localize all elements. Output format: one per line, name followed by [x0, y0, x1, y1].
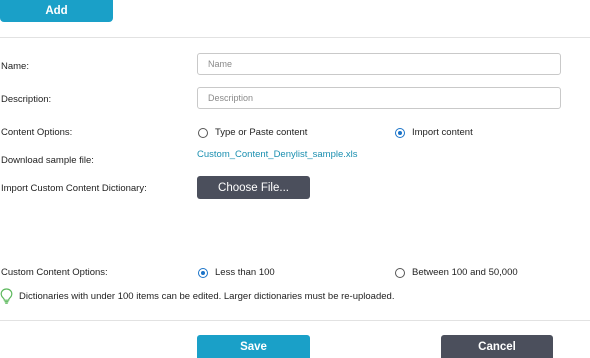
radio-button-selected-icon[interactable] — [198, 267, 208, 278]
sample-file-label: Download sample file: — [1, 155, 94, 166]
choose-file-button[interactable]: Choose File... — [197, 176, 310, 199]
bottom-divider — [0, 320, 590, 321]
radio-import-content[interactable]: Import content — [395, 127, 473, 138]
import-dictionary-label: Import Custom Content Dictionary: — [1, 183, 147, 194]
custom-content-options-label: Custom Content Options: — [1, 267, 108, 278]
radio-less-than-100[interactable]: Less than 100 — [198, 267, 275, 278]
radio-label: Less than 100 — [215, 267, 275, 278]
radio-button-icon[interactable] — [395, 267, 405, 278]
radio-button-selected-icon[interactable] — [395, 127, 405, 138]
top-divider — [0, 37, 590, 38]
save-button[interactable]: Save — [197, 335, 310, 358]
name-label: Name: — [1, 61, 29, 72]
description-input[interactable] — [197, 87, 561, 109]
radio-label: Import content — [412, 127, 473, 138]
cancel-button[interactable]: Cancel — [441, 335, 553, 358]
radio-type-or-paste[interactable]: Type or Paste content — [198, 127, 307, 138]
radio-label: Type or Paste content — [215, 127, 308, 138]
radio-between-100-and-50000[interactable]: Between 100 and 50,000 — [395, 267, 518, 278]
hint-text: Dictionaries with under 100 items can be… — [19, 290, 395, 302]
hint: Dictionaries with under 100 items can be… — [0, 288, 394, 304]
radio-label: Between 100 and 50,000 — [412, 267, 518, 278]
description-label: Description: — [1, 94, 52, 105]
name-input[interactable] — [197, 53, 561, 75]
lightbulb-icon — [0, 288, 13, 304]
radio-button-icon[interactable] — [198, 127, 208, 138]
content-options-label: Content Options: — [1, 127, 73, 138]
add-button[interactable]: Add — [0, 0, 113, 22]
sample-file-link[interactable]: Custom_Content_Denylist_sample.xls — [197, 149, 358, 160]
